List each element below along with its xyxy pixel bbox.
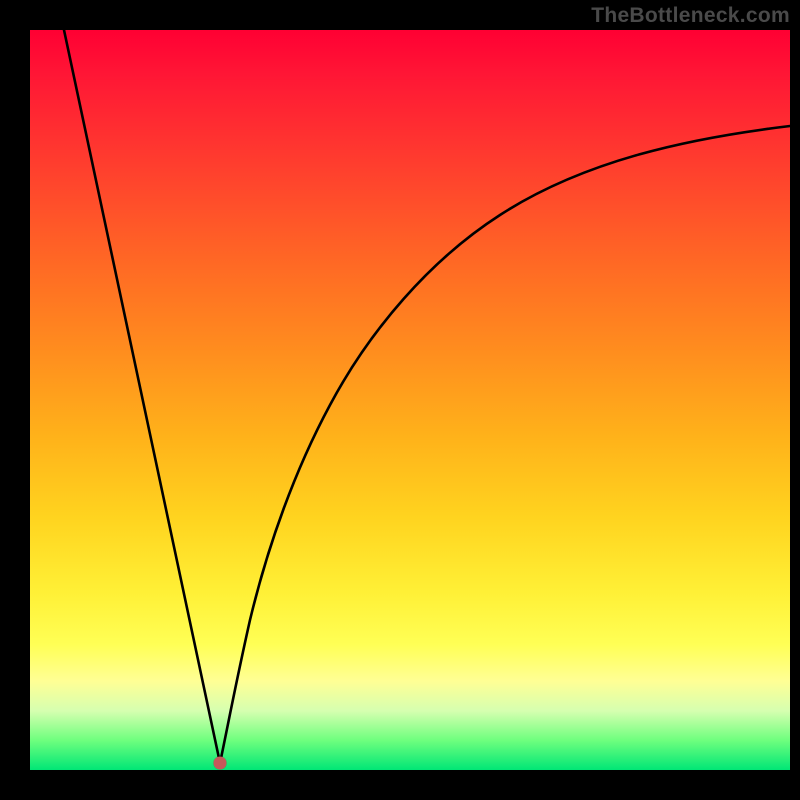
plot-area [30,30,790,770]
watermark-text: TheBottleneck.com [591,4,790,28]
optimal-point-marker [214,756,227,769]
bottleneck-curve [30,30,790,770]
curve-left-branch [64,30,220,763]
chart-frame: TheBottleneck.com [0,0,800,800]
curve-right-branch [220,126,790,763]
